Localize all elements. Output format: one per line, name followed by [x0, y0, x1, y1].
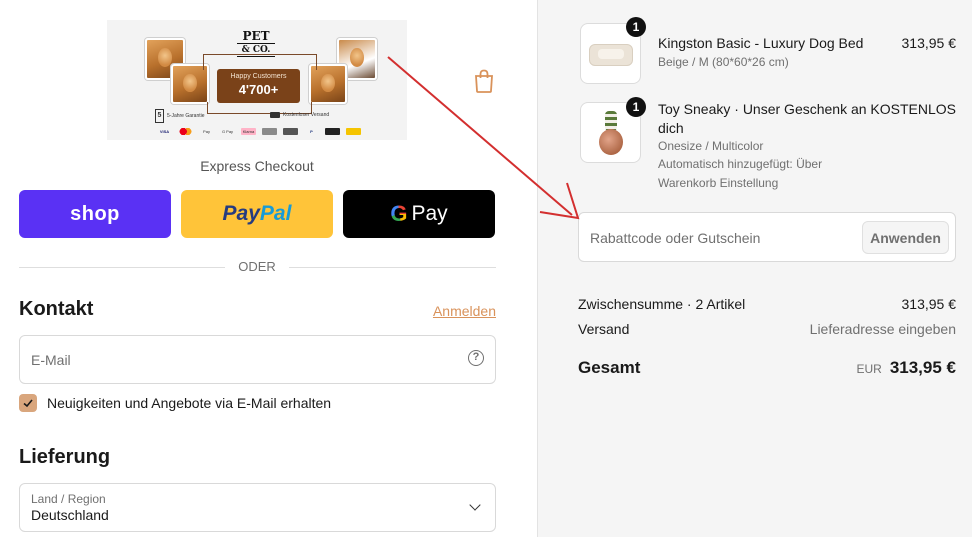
checkmark-icon	[23, 399, 33, 408]
item-price: 313,95 €	[901, 35, 957, 51]
guarantee-note: 5 5-Jahre Garantie	[155, 109, 205, 123]
contact-title: Kontakt	[19, 298, 94, 320]
item-note-line2: Warenkorb Einstellung	[658, 176, 779, 190]
divider-left	[19, 267, 225, 268]
item-price: KOSTENLOS	[870, 101, 956, 117]
connector-line	[257, 54, 317, 70]
paypal-logo-icon: P	[310, 129, 313, 134]
visa-logo-icon: VISA	[159, 129, 170, 134]
subtotal-value: 313,95 €	[901, 296, 957, 312]
klarna-logo-icon: Klarna	[241, 128, 256, 135]
mastercard-logo-icon	[178, 128, 193, 135]
google-pay-button[interactable]: G Pay	[343, 190, 495, 238]
country-select[interactable]: Land / Region Deutschland	[19, 483, 496, 532]
shipping-value: Lieferadresse eingeben	[809, 321, 956, 337]
chevron-down-icon	[469, 499, 481, 511]
item-title-line1: Toy Sneaky · Unser Geschenk an	[658, 101, 867, 117]
total-row: Gesamt EUR 313,95 €	[578, 358, 956, 378]
toy-image	[599, 111, 623, 155]
shipping-row: Versand Lieferadresse eingeben	[578, 321, 956, 337]
divider-right	[289, 267, 496, 268]
happy-customers-badge: Happy Customers 4'700+	[217, 69, 300, 103]
dog-photo-2	[171, 64, 209, 104]
total-currency: EUR	[856, 362, 882, 376]
cart-item: 1 Toy Sneaky · Unser Geschenk an dich On…	[578, 97, 956, 195]
newsletter-option: Neuigkeiten und Angebote via E-Mail erha…	[19, 394, 331, 412]
quantity-badge: 1	[626, 97, 646, 117]
discount-code-input[interactable]: Rabattcode oder Gutschein Anwenden	[578, 212, 956, 262]
total-value: 313,95 €	[889, 358, 956, 377]
googlepay-logo-icon: G Pay	[221, 129, 234, 134]
newsletter-label: Neuigkeiten und Angebote via E-Mail erha…	[47, 395, 332, 411]
item-title: Kingston Basic - Luxury Dog Bed	[658, 35, 864, 51]
subtotal-label: Zwischensumme · 2 Artikel	[578, 296, 746, 312]
store-logo: PET & CO.	[237, 30, 275, 57]
item-variant: Beige / M (80*60*26 cm)	[658, 55, 789, 69]
card-logo-icon	[325, 128, 340, 135]
paypal-button[interactable]: Pay Pal	[181, 190, 333, 238]
store-banner: PET & CO. Happy Customers 4'700+ 5 5-Jah…	[107, 20, 407, 140]
checkout-main-column: PET & CO. Happy Customers 4'700+ 5 5-Jah…	[0, 0, 537, 537]
guarantee-badge-icon: 5	[155, 109, 164, 123]
item-title-line2: dich	[658, 120, 684, 136]
amex-logo-icon	[262, 128, 277, 135]
item-variant: Onesize / Multicolor	[658, 139, 764, 153]
dog-photo-4	[309, 64, 347, 104]
bank-logo-icon	[283, 128, 298, 135]
help-icon[interactable]: ?	[468, 350, 484, 366]
express-checkout-title: Express Checkout	[200, 158, 314, 174]
payment-logos: VISA Pay G Pay Klarna P	[157, 128, 361, 135]
shipping-note: Kostenloser Versand	[270, 112, 329, 118]
divider-label: ODER	[225, 259, 289, 274]
applepay-logo-icon: Pay	[203, 129, 210, 134]
truck-icon	[270, 112, 280, 118]
order-summary: 1 Kingston Basic - Luxury Dog Bed Beige …	[537, 0, 972, 537]
total-label: Gesamt	[578, 358, 641, 377]
connector-line	[203, 54, 263, 70]
email-field[interactable]: E-Mail ?	[19, 335, 496, 384]
item-note-line1: Automatisch hinzugefügt: Über	[658, 157, 823, 171]
shopping-bag-icon[interactable]	[472, 68, 496, 94]
login-link[interactable]: Anmelden	[433, 303, 496, 319]
shipping-label: Versand	[578, 321, 630, 337]
shop-pay-button[interactable]: shop	[19, 190, 171, 238]
quantity-badge: 1	[626, 17, 646, 37]
wallet-logo-icon	[346, 128, 361, 135]
subtotal-row: Zwischensumme · 2 Artikel 313,95 €	[578, 296, 956, 312]
google-g-icon: G	[390, 201, 408, 226]
newsletter-checkbox[interactable]	[19, 394, 37, 412]
dog-bed-image	[589, 44, 633, 66]
cart-item: 1 Kingston Basic - Luxury Dog Bed Beige …	[578, 17, 957, 86]
apply-discount-button[interactable]: Anwenden	[862, 221, 949, 254]
delivery-title: Lieferung	[19, 446, 111, 468]
